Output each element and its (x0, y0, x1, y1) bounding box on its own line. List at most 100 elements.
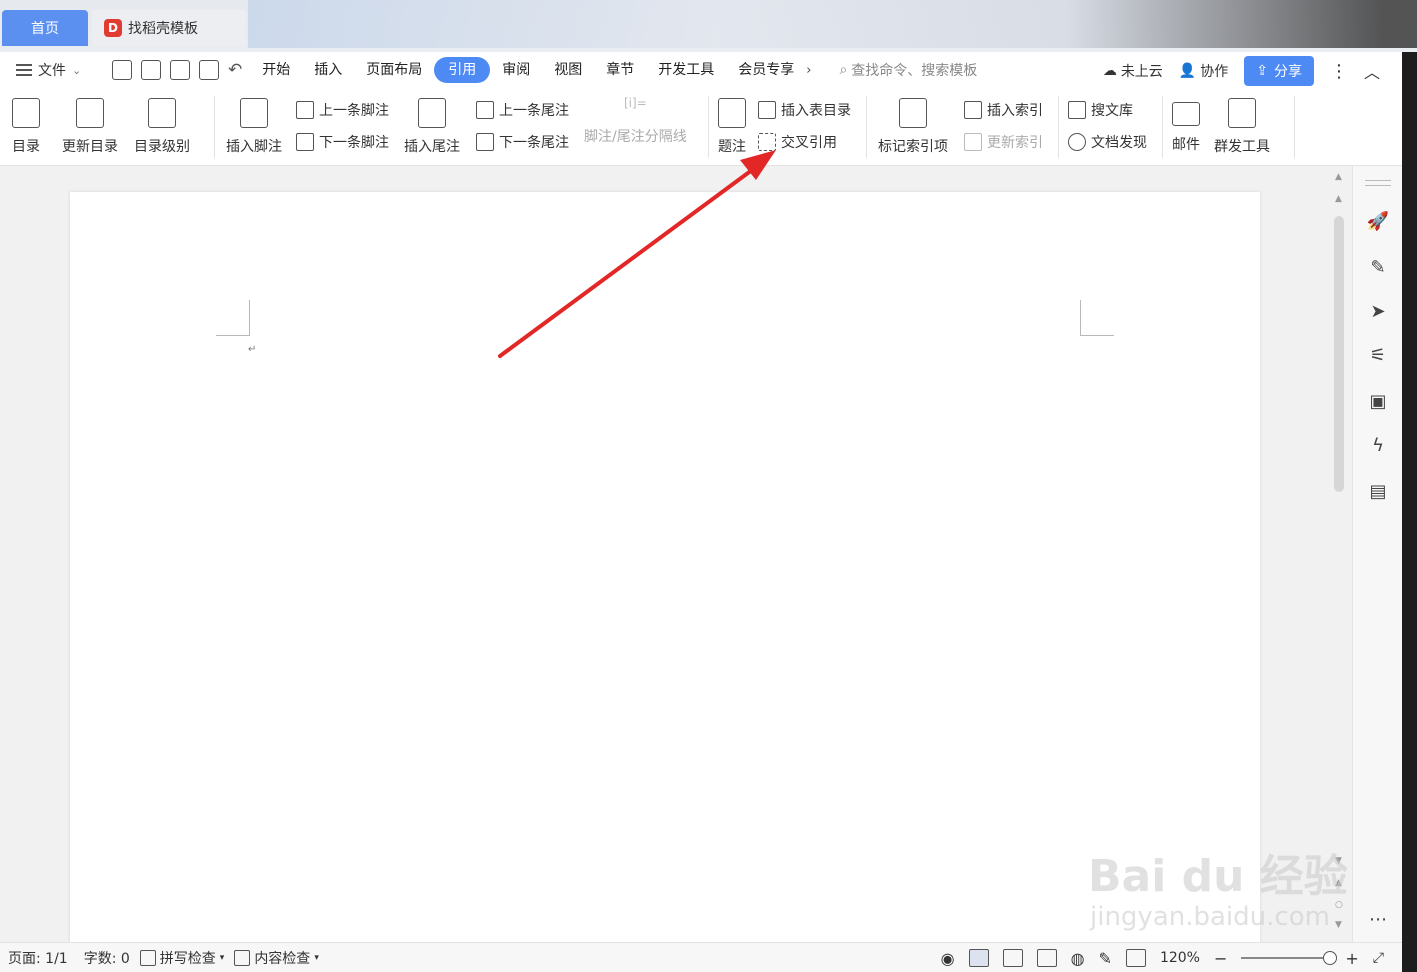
more-icon[interactable]: ⋯ (1367, 908, 1389, 930)
footnote-icon (240, 98, 268, 128)
update-toc-button[interactable]: 更新目录 (62, 90, 118, 156)
document-page[interactable]: ↵ (70, 192, 1260, 952)
vertical-scrollbar[interactable]: ▲ ▲ ▼ ▲ ○ ▼ (1332, 166, 1346, 942)
spell-check-button[interactable]: 拼写检查 ▾ (139, 948, 224, 968)
eye-protection-icon[interactable]: ◉ (941, 949, 955, 968)
blurred-background (248, 0, 1417, 48)
mark-index-entry-button[interactable]: 标记索引项 (878, 90, 948, 156)
page-view-icon[interactable] (968, 949, 989, 967)
image-edit-icon[interactable]: ▣ (1367, 390, 1389, 412)
toc-button[interactable]: 目录 (12, 90, 40, 156)
tab-menu-1[interactable]: 插入 (302, 57, 354, 83)
scroll-top-icon[interactable]: ▲ (1335, 172, 1342, 182)
table-of-figures-icon (758, 101, 776, 119)
tab-menu-5[interactable]: 视图 (542, 57, 594, 83)
watermark-url: jingyan.baidu.com (1090, 902, 1330, 932)
divider (866, 96, 867, 158)
tab-menu-7[interactable]: 开发工具 (646, 57, 726, 83)
right-task-pane: 🚀 ✎ ➤ ⚟ ▣ ϟ ▤ ⋯ (1352, 166, 1402, 942)
prev-endnote-button[interactable]: 上一条尾注 (476, 100, 569, 120)
tab-menu-4[interactable]: 审阅 (490, 57, 542, 83)
more-menu-icon[interactable]: ⋮ (1330, 61, 1348, 82)
zoom-level[interactable]: 120% (1160, 950, 1200, 966)
note-separator-label: 脚注/尾注分隔线 (584, 129, 687, 145)
content-check-button[interactable]: 内容检查 ▾ (234, 948, 319, 968)
book-search-icon[interactable]: ▤ (1367, 480, 1389, 502)
tab-menu-2[interactable]: 页面布局 (354, 57, 434, 83)
insert-endnote-button[interactable]: 插入尾注 (404, 90, 460, 156)
cursor-icon[interactable]: ➤ (1367, 300, 1389, 322)
more-tabs-icon[interactable]: › (806, 63, 811, 78)
doc-discover-button[interactable]: 文档发现 (1068, 132, 1147, 152)
file-menu[interactable]: 文件 ⌄ (0, 60, 104, 80)
reading-view-icon[interactable] (1036, 949, 1057, 967)
zoom-slider[interactable] (1241, 951, 1338, 965)
print-icon[interactable] (170, 60, 190, 80)
menu-bar: 文件 ⌄ ↶ 开始 插入 页面布局 引用 审阅 视图 章节 开发工具 会员专享 › ⌕ 查找命令… (0, 52, 1402, 88)
toc-level-label: 目录级别 (134, 139, 190, 155)
tab-home[interactable]: 首页 (2, 10, 88, 46)
title-tab-bar: 首页 D 找稻壳模板 (0, 0, 1417, 52)
page-count[interactable]: 页面: 1/1 (8, 948, 68, 968)
rocket-icon[interactable]: 🚀 (1367, 210, 1389, 232)
tab-menu-6[interactable]: 章节 (594, 57, 646, 83)
caption-icon (718, 98, 746, 128)
web-view-icon[interactable]: ◍ (1071, 949, 1085, 968)
insert-index-button[interactable]: 插入索引 (964, 100, 1043, 120)
insert-table-of-figures-button[interactable]: 插入表目录 (758, 100, 851, 120)
zoom-in-icon[interactable]: + (1345, 949, 1358, 968)
sliders-icon[interactable]: ⚟ (1367, 344, 1389, 366)
mark-index-icon (899, 98, 927, 128)
zoom-out-icon[interactable]: − (1214, 949, 1227, 968)
scroll-up-icon[interactable]: ▲ (1335, 194, 1342, 204)
drag-handle[interactable] (1365, 180, 1391, 186)
ribbon-tabs: 开始 插入 页面布局 引用 审阅 视图 章节 开发工具 会员专享 (250, 57, 806, 83)
fullscreen-icon[interactable]: ⤢ (1373, 950, 1384, 966)
margin-marker-top-right (1080, 300, 1114, 336)
toc-level-icon (148, 98, 176, 128)
update-index-button[interactable]: 更新索引 (964, 132, 1043, 152)
save-icon[interactable] (112, 60, 132, 80)
prev-footnote-button[interactable]: 上一条脚注 (296, 100, 389, 120)
collapse-ribbon-icon[interactable]: ︿ (1364, 59, 1380, 83)
cross-reference-button[interactable]: 交叉引用 (758, 132, 837, 152)
tab-menu-3[interactable]: 引用 (434, 57, 491, 83)
next-footnote-button[interactable]: 下一条脚注 (296, 132, 389, 152)
mass-tool-button[interactable]: 群发工具 (1214, 90, 1270, 156)
tab-docer-templates[interactable]: D 找稻壳模板 (92, 10, 246, 46)
write-mode-icon[interactable]: ✎ (1099, 949, 1112, 968)
tab-menu-8[interactable]: 会员专享 (726, 57, 806, 83)
prev-endnote-icon (476, 101, 494, 119)
scrollbar-thumb[interactable] (1334, 216, 1344, 492)
toc-level-button[interactable]: 目录级别 (134, 90, 190, 156)
mark-index-entry-label: 标记索引项 (878, 139, 948, 155)
search-library-button[interactable]: 搜文库 (1068, 100, 1133, 120)
tab-menu-0[interactable]: 开始 (250, 57, 302, 83)
doc-discover-label: 文档发现 (1091, 135, 1147, 151)
undo-icon[interactable]: ↶ (228, 60, 242, 80)
print-preview-icon[interactable] (199, 60, 219, 80)
spell-check-icon (139, 949, 156, 966)
mail-button[interactable]: 邮件 (1172, 90, 1200, 154)
note-separator-button[interactable]: [i]= 脚注/尾注分隔线 (584, 96, 687, 146)
caption-button[interactable]: 题注 (718, 90, 746, 156)
content-check-label: 内容检查 (254, 950, 311, 967)
paragraph-mark: ↵ (248, 344, 257, 355)
export-pdf-icon[interactable] (141, 60, 161, 80)
pen-icon[interactable]: ✎ (1367, 256, 1389, 278)
command-search[interactable]: ⌕ 查找命令、搜索模板 (839, 60, 977, 80)
zoom-slider-knob[interactable] (1323, 951, 1338, 965)
lightning-icon[interactable]: ϟ (1367, 434, 1389, 456)
fit-page-icon[interactable] (1125, 949, 1146, 967)
share-button[interactable]: ⇪ 分享 (1244, 56, 1314, 86)
share-icon: ⇪ (1256, 63, 1268, 79)
update-index-label: 更新索引 (987, 135, 1043, 151)
next-page-icon[interactable]: ▼ (1335, 920, 1342, 930)
next-endnote-label: 下一条尾注 (499, 135, 569, 151)
outline-view-icon[interactable] (1002, 949, 1023, 967)
insert-footnote-button[interactable]: 插入脚注 (226, 90, 282, 156)
collab-button[interactable]: 👤 协作 (1179, 61, 1228, 81)
next-endnote-button[interactable]: 下一条尾注 (476, 132, 569, 152)
word-count[interactable]: 字数: 0 (84, 948, 130, 968)
cloud-status[interactable]: ☁ 未上云 (1103, 61, 1163, 81)
